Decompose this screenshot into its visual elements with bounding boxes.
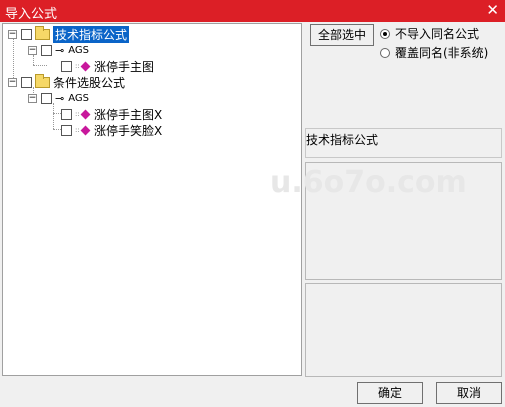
tree-node-label[interactable]: AGS (68, 93, 89, 104)
collapse-toggle-icon[interactable]: − (8, 29, 17, 39)
node-checkbox[interactable] (61, 60, 72, 72)
key-icon: ⊸ (55, 91, 65, 105)
collapse-toggle-icon[interactable]: − (28, 93, 37, 103)
tree-node-technical-indicators[interactable]: − 技术指标公式 (8, 25, 130, 43)
key-icon: ⊸ (55, 43, 65, 57)
tree-node-leaf-main-chart-x[interactable]: :: 涨停手主图X (61, 106, 162, 122)
tree-node-leaf-smiley-x[interactable]: :: 涨停手笑脸X (61, 122, 162, 138)
collapse-toggle-icon[interactable]: − (8, 77, 17, 87)
select-all-button[interactable]: 全部选中 (310, 24, 374, 46)
detail-box (305, 283, 502, 377)
tree-node-leaf-main-chart[interactable]: :: 涨停手主图 (61, 58, 154, 74)
tree-node-stock-selection[interactable]: − 条件选股公式 (8, 73, 125, 91)
collapse-toggle-icon[interactable]: − (28, 45, 37, 55)
folder-icon (35, 25, 50, 40)
cancel-button[interactable]: 取消 (436, 382, 502, 404)
node-checkbox[interactable] (21, 28, 32, 40)
node-checkbox[interactable] (21, 76, 32, 88)
tree-line (53, 103, 54, 129)
formula-icon: :: (75, 109, 91, 119)
formula-tree: − 技术指标公式 − ⊸ AGS :: 涨停手主图 − 条件选股公式 − ⊸ A… (2, 23, 302, 376)
tree-line (33, 65, 47, 66)
node-checkbox[interactable] (61, 124, 72, 136)
radio-unselected-icon[interactable] (380, 47, 390, 58)
folder-icon (35, 73, 50, 88)
radio-overwrite[interactable]: 覆盖同名(非系统) (380, 44, 488, 61)
title-bar: 导入公式 ✕ (0, 0, 505, 22)
tree-node-label[interactable]: AGS (68, 45, 89, 56)
node-checkbox[interactable] (41, 92, 52, 104)
tree-node-label[interactable]: 条件选股公式 (53, 74, 125, 91)
radio-label: 覆盖同名(非系统) (395, 46, 489, 60)
category-box (305, 128, 502, 158)
formula-icon: :: (75, 61, 91, 71)
radio-no-import[interactable]: 不导入同名公式 (380, 25, 479, 42)
tree-node-ags-1[interactable]: − ⊸ AGS (28, 42, 89, 58)
tree-node-label[interactable]: 涨停手笑脸X (94, 122, 162, 139)
close-icon[interactable]: ✕ (486, 1, 499, 19)
radio-selected-icon[interactable] (380, 28, 390, 39)
window-title: 导入公式 (5, 7, 58, 22)
node-checkbox[interactable] (41, 44, 52, 56)
formula-icon: :: (75, 125, 91, 135)
tree-node-label[interactable]: 涨停手主图 (94, 58, 154, 75)
radio-label: 不导入同名公式 (395, 27, 480, 41)
tree-node-label[interactable]: 涨停手主图X (94, 106, 162, 123)
watermark: u.6o7o.com (270, 165, 467, 200)
tree-node-ags-2[interactable]: − ⊸ AGS (28, 90, 89, 106)
node-checkbox[interactable] (61, 108, 72, 120)
tree-node-label[interactable]: 技术指标公式 (53, 25, 130, 43)
ok-button[interactable]: 确定 (357, 382, 423, 404)
